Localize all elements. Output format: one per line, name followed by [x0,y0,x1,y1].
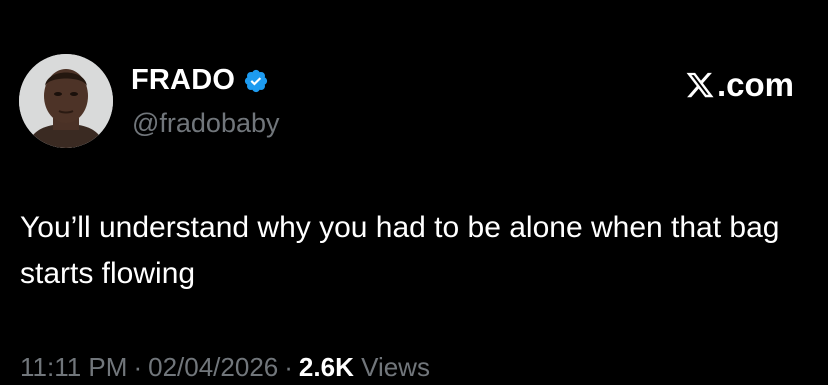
verified-badge-icon[interactable] [243,68,269,94]
tweet-card: FRADO @fradobaby .com You’ll understand … [0,0,828,385]
author-name-row: FRADO [131,64,269,97]
brand-watermark: .com [685,68,794,101]
author-display-name[interactable]: FRADO [131,64,235,97]
avatar[interactable] [19,54,113,148]
views-label: Views [361,352,430,382]
brand-domain-text: .com [716,66,794,103]
x-logo-icon [686,72,714,97]
tweet-meta: 11:11 PM · 02/04/2026 · 2.6K Views [20,352,430,383]
profile-photo [19,54,113,148]
tweet-body-text: You’ll understand why you had to be alon… [20,211,780,290]
tweet-date[interactable]: 02/04/2026 [148,352,278,382]
tweet-time[interactable]: 11:11 PM [20,352,127,382]
meta-separator: · [284,352,293,382]
author-handle[interactable]: @fradobaby [132,108,280,139]
meta-separator: · [133,352,143,382]
views-count[interactable]: 2.6K [299,352,354,382]
